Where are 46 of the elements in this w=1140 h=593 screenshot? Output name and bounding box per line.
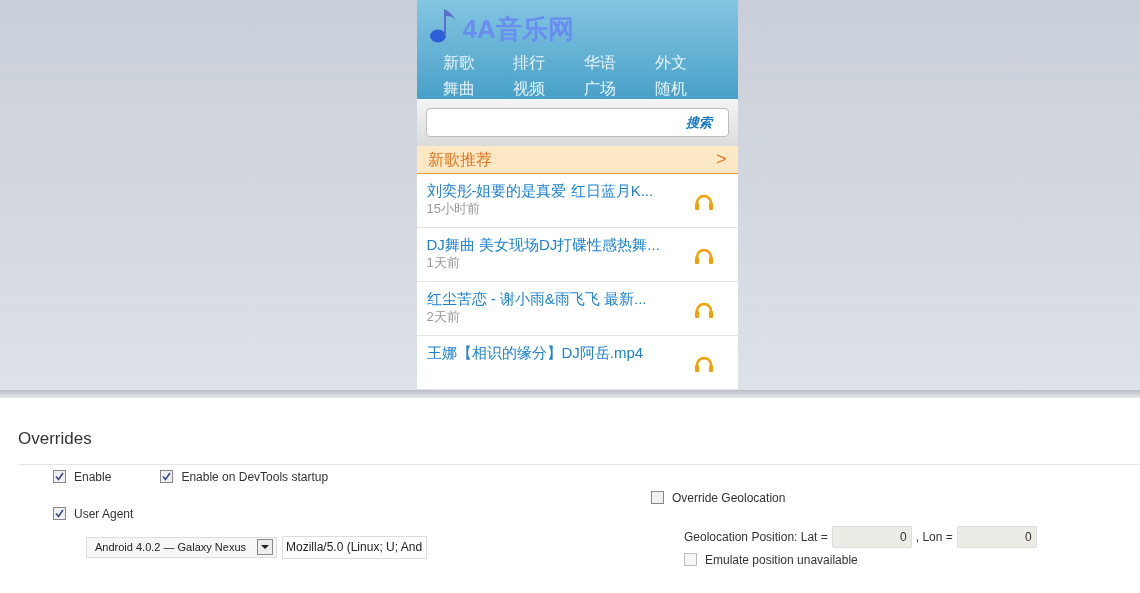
song-title: 红尘苦恋 - 谢小雨&雨飞飞 最新... (426, 289, 648, 309)
device-select[interactable]: Android 4.0.2 — Galaxy Nexus (86, 536, 277, 558)
panel-title: Overrides (18, 428, 92, 450)
checkbox-label: Enable on DevTools startup (181, 468, 329, 486)
nav-link[interactable]: 排行 (513, 53, 584, 73)
nav-link[interactable]: 舞曲 (442, 79, 514, 99)
nav-link[interactable]: 新歌 (442, 53, 514, 73)
checkbox-label: Override Geolocation (672, 489, 786, 507)
geolocation-label: Geolocation Position: Lat = (684, 528, 828, 546)
song-time: 2天前 (426, 309, 461, 325)
nav-link[interactable]: 随机 (654, 79, 726, 99)
nav-link[interactable]: 外文 (654, 53, 726, 73)
nav-link[interactable]: 广场 (584, 79, 655, 99)
search-button[interactable]: 搜索 (685, 112, 712, 133)
nav-link[interactable]: 华语 (584, 53, 655, 73)
checkbox-label: Emulate position unavailable (705, 551, 858, 569)
checkbox[interactable] (160, 470, 174, 483)
checkmark-icon (55, 472, 64, 481)
headphones-icon (693, 194, 714, 210)
song-time: 15小时前 (426, 201, 481, 217)
longitude-label: , Lon = (915, 528, 953, 546)
checkbox[interactable] (651, 491, 664, 504)
latitude-field[interactable]: 0 (831, 525, 912, 548)
search-field[interactable]: 搜索 (425, 108, 729, 137)
checkbox[interactable] (53, 470, 66, 483)
song-title: 刘奕彤-姐要的是真爱 红日蓝月K... (426, 181, 655, 201)
song-title: 王娜【相识的缘分】DJ阿岳.mp4 (426, 343, 645, 363)
checkbox-label: User Agent (74, 505, 134, 523)
song-time: 1天前 (426, 255, 461, 271)
checkbox-label: Enable (74, 468, 112, 486)
headphones-icon (693, 248, 714, 264)
section-header[interactable]: 新歌推荐 > (416, 146, 738, 174)
section-title: 新歌推荐 (427, 149, 492, 170)
checkbox[interactable] (684, 553, 697, 566)
nav-link[interactable]: 视频 (513, 79, 584, 99)
checkbox[interactable] (53, 507, 66, 520)
checkmark-icon (55, 509, 64, 518)
headphones-icon (693, 302, 714, 318)
song-item[interactable]: DJ舞曲 美女现场DJ打碟性感热舞... 1天前 (416, 228, 738, 282)
song-item[interactable]: 刘奕彤-姐要的是真爱 红日蓝月K... 15小时前 (416, 174, 738, 228)
section-arrow: > (716, 148, 727, 171)
headphones-icon (693, 356, 714, 372)
song-item[interactable]: 红尘苦恋 - 谢小雨&雨飞飞 最新... 2天前 (416, 282, 738, 336)
longitude-field[interactable]: 0 (956, 525, 1037, 548)
song-title: DJ舞曲 美女现场DJ打碟性感热舞... (426, 235, 661, 255)
checkmark-icon (162, 472, 172, 481)
